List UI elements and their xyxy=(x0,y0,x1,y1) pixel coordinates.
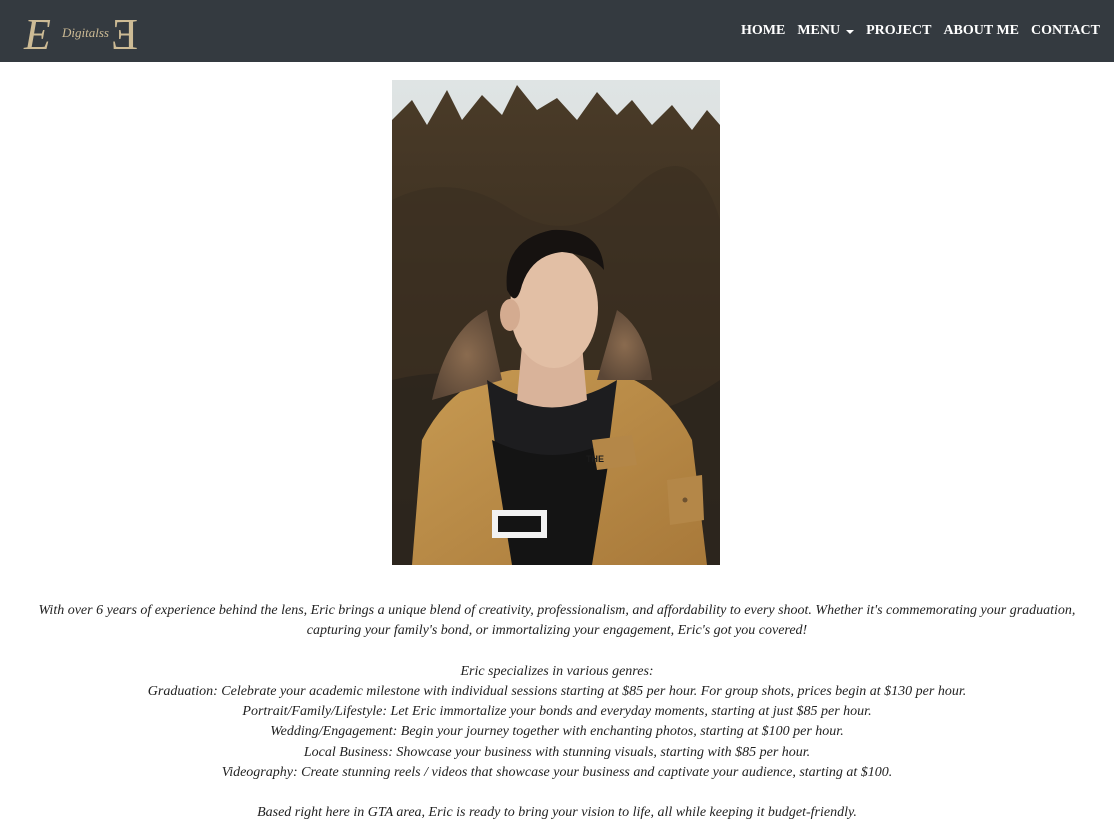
genres-heading: Eric specializes in various genres: xyxy=(460,663,654,679)
nav-links: HOME MENU PROJECT ABOUT ME CONTACT xyxy=(741,0,1100,62)
genre-item: Graduation: Celebrate your academic mile… xyxy=(147,683,967,699)
nav-project[interactable]: PROJECT xyxy=(866,23,931,39)
portrait-photo: THE xyxy=(392,80,720,565)
genre-item: Videography: Create stunning reels / vid… xyxy=(221,765,893,781)
logo-icon: E E Digitalss xyxy=(23,10,138,59)
svg-text:E: E xyxy=(111,10,138,54)
intro-paragraph: With over 6 years of experience behind t… xyxy=(38,603,1076,639)
nav-menu-dropdown[interactable]: MENU xyxy=(797,23,855,39)
caret-down-icon xyxy=(846,30,855,34)
nav-menu-label: MENU xyxy=(797,23,841,38)
svg-text:E: E xyxy=(23,10,51,54)
logo-script-text: Digitalss xyxy=(61,25,109,40)
navbar: E E Digitalss HOME MENU PROJECT ABOUT ME… xyxy=(0,0,1114,62)
genre-item: Wedding/Engagement: Begin your journey t… xyxy=(270,724,844,740)
closing-paragraph: Based right here in GTA area, Eric is re… xyxy=(257,805,857,821)
genre-item: Local Business: Showcase your business w… xyxy=(303,744,811,760)
nav-home[interactable]: HOME xyxy=(741,23,785,39)
svg-text:THE: THE xyxy=(586,454,604,464)
hero-portrait-image: THE xyxy=(392,80,720,565)
genre-item: Portrait/Family/Lifestyle: Let Eric immo… xyxy=(242,704,872,720)
brand-logo[interactable]: E E Digitalss xyxy=(22,8,140,59)
nav-about[interactable]: ABOUT ME xyxy=(943,23,1019,39)
about-content: With over 6 years of experience behind t… xyxy=(10,601,1104,824)
nav-contact[interactable]: CONTACT xyxy=(1031,23,1100,39)
